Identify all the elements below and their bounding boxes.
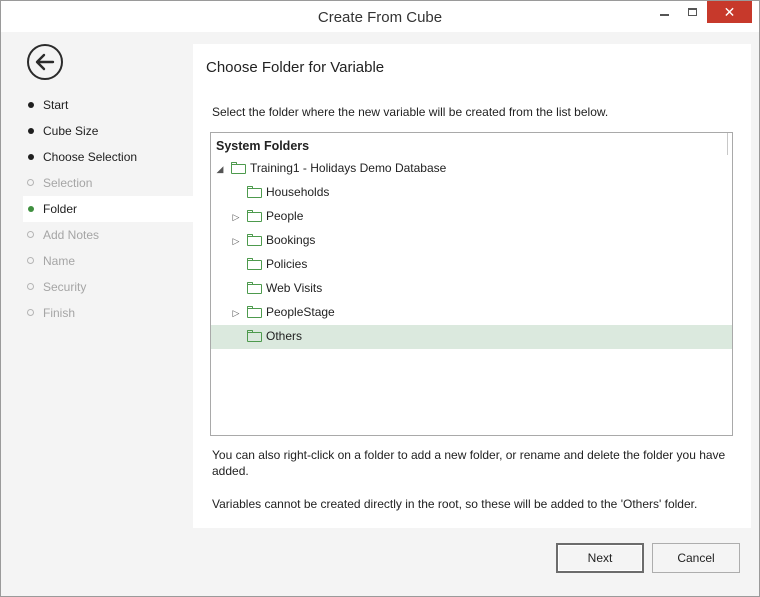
tree-node-label: Training1 - Holidays Demo Database: [250, 161, 447, 175]
close-button[interactable]: ✕: [707, 1, 752, 23]
step-label: Choose Selection: [43, 150, 138, 164]
folder-icon: [247, 210, 262, 222]
step-label: Folder: [43, 202, 78, 216]
step-finish: Finish: [23, 300, 193, 326]
dialog-window: Create From Cube ✕ Start Cube Size Choos…: [0, 0, 760, 597]
step-selection: Selection: [23, 170, 193, 196]
step-label: Finish: [43, 306, 76, 320]
tree-node-label: Others: [266, 329, 303, 343]
tree-node-web-visits[interactable]: Web Visits: [211, 277, 732, 301]
tree-node-households[interactable]: Households: [211, 181, 732, 205]
close-icon: ✕: [723, 3, 736, 20]
step-label: Start: [43, 98, 69, 112]
folder-icon: [247, 330, 262, 342]
collapse-triangle-icon[interactable]: ◢: [215, 164, 225, 174]
tree-node-bookings[interactable]: ▷ Bookings: [211, 229, 732, 253]
tree-node-label: Bookings: [266, 233, 316, 247]
step-label: Cube Size: [43, 124, 99, 138]
page-title: Choose Folder for Variable: [206, 59, 385, 76]
expand-triangle-icon[interactable]: ▷: [231, 308, 241, 318]
tree-node-label: Policies: [266, 257, 308, 271]
step-bullet-icon: [28, 154, 34, 160]
tree-node-peoplestage[interactable]: ▷ PeopleStage: [211, 301, 732, 325]
next-button[interactable]: Next: [556, 543, 644, 573]
tree-node-people[interactable]: ▷ People: [211, 205, 732, 229]
step-bullet-icon: [27, 283, 34, 290]
step-bullet-icon: [28, 102, 34, 108]
cancel-button[interactable]: Cancel: [652, 543, 740, 573]
back-button[interactable]: [27, 44, 63, 80]
open-folder-icon: [231, 162, 246, 174]
wizard-sidebar: Start Cube Size Choose Selection Selecti…: [9, 43, 193, 533]
step-label: Security: [43, 280, 87, 294]
intro-text: Select the folder where the new variable…: [212, 105, 609, 119]
tree-node-label: PeopleStage: [266, 305, 335, 319]
tree-node-root[interactable]: ◢ Training1 - Holidays Demo Database: [211, 157, 732, 181]
wizard-steps: Start Cube Size Choose Selection Selecti…: [23, 92, 193, 326]
root-hint-text: Variables cannot be created directly in …: [212, 497, 698, 511]
step-name: Name: [23, 248, 193, 274]
step-label: Add Notes: [43, 228, 100, 242]
folder-icon: [247, 258, 262, 270]
folder-icon: [247, 282, 262, 294]
back-arrow-icon: [35, 53, 55, 71]
step-start[interactable]: Start: [23, 92, 193, 118]
minimize-icon: [659, 14, 669, 16]
expand-triangle-icon[interactable]: ▷: [231, 236, 241, 246]
folder-icon: [247, 306, 262, 318]
folder-icon: [247, 234, 262, 246]
tree-node-policies[interactable]: Policies: [211, 253, 732, 277]
wizard-content: Choose Folder for Variable Select the fo…: [193, 44, 751, 528]
tree-header: System Folders: [216, 139, 310, 153]
tree-header-divider: [727, 133, 728, 155]
step-add-notes: Add Notes: [23, 222, 193, 248]
step-choose-selection[interactable]: Choose Selection: [23, 144, 193, 170]
rename-hint-text: You can also right-click on a folder to …: [212, 448, 726, 478]
step-bullet-icon: [28, 206, 34, 212]
step-bullet-icon: [27, 179, 34, 186]
step-bullet-icon: [28, 128, 34, 134]
tree-node-label: Web Visits: [266, 281, 323, 295]
title-bar: Create From Cube ✕: [1, 1, 759, 32]
tree-node-label: Households: [266, 185, 330, 199]
step-folder[interactable]: Folder: [23, 196, 193, 222]
minimize-button[interactable]: [649, 1, 679, 23]
tree-node-label: People: [266, 209, 304, 223]
tree-node-others[interactable]: Others: [211, 325, 732, 349]
maximize-button[interactable]: [677, 1, 707, 23]
folder-tree[interactable]: System Folders ◢ Training1 - Holidays De…: [210, 132, 733, 436]
step-bullet-icon: [27, 309, 34, 316]
step-security: Security: [23, 274, 193, 300]
maximize-icon: [687, 8, 697, 16]
step-label: Name: [43, 254, 76, 268]
step-cube-size[interactable]: Cube Size: [23, 118, 193, 144]
step-bullet-icon: [27, 257, 34, 264]
step-bullet-icon: [27, 231, 34, 238]
window-title: Create From Cube: [317, 9, 443, 26]
folder-icon: [247, 186, 262, 198]
step-label: Selection: [43, 176, 93, 190]
expand-triangle-icon[interactable]: ▷: [231, 212, 241, 222]
